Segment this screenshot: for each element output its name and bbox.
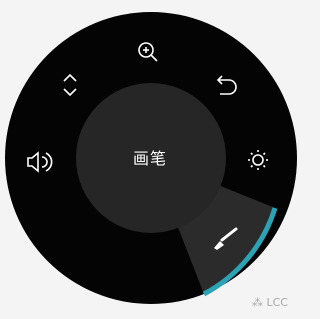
- radial-menu-screen: 画笔 ⁂ LCC: [0, 0, 300, 319]
- watermark-logo-icon: ⁂: [252, 296, 267, 309]
- watermark-text: LCC: [266, 296, 289, 309]
- center-label: 画笔: [132, 149, 167, 168]
- watermark: ⁂ LCC: [252, 296, 288, 309]
